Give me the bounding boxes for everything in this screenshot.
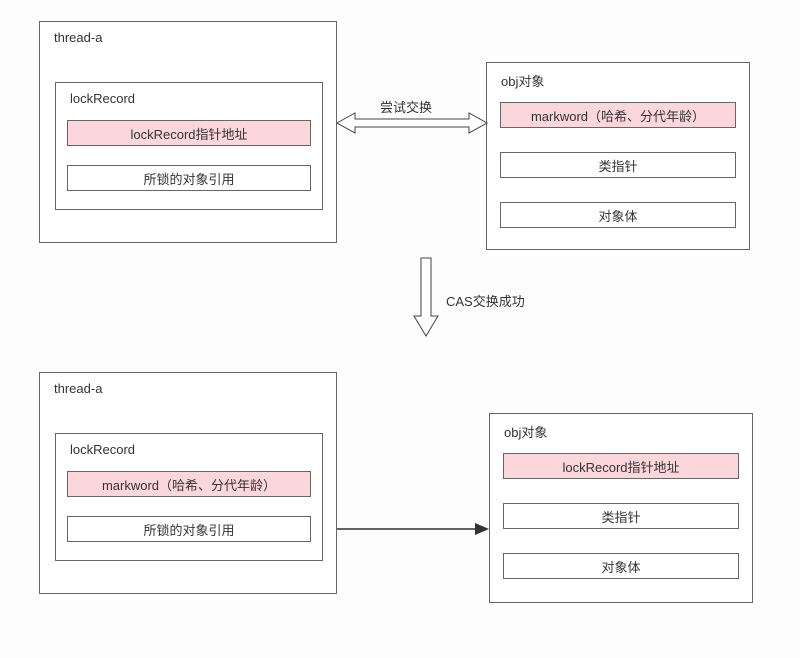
thread-title-top: thread-a <box>54 30 102 45</box>
lockrecord-cell1-top: lockRecord指针地址 <box>67 120 311 146</box>
obj-cell3-top: 对象体 <box>500 202 736 228</box>
obj-cell3-bottom: 对象体 <box>503 553 739 579</box>
obj-cell1-top: markword（哈希、分代年龄） <box>500 102 736 128</box>
lockrecord-title-top: lockRecord <box>70 91 135 106</box>
lockrecord-title-bottom: lockRecord <box>70 442 135 457</box>
cas-label: CAS交换成功 <box>446 291 525 310</box>
lockrecord-cell2-top: 所锁的对象引用 <box>67 165 311 191</box>
down-arrow-icon <box>414 258 438 336</box>
obj-cell2-bottom: 类指针 <box>503 503 739 529</box>
right-arrow-icon <box>337 522 489 536</box>
obj-title-top: obj对象 <box>501 71 544 90</box>
obj-cell2-top: 类指针 <box>500 152 736 178</box>
lockrecord-cell1-bottom: markword（哈希、分代年龄） <box>67 471 311 497</box>
thread-title-bottom: thread-a <box>54 381 102 396</box>
lockrecord-cell2-bottom: 所锁的对象引用 <box>67 516 311 542</box>
double-arrow-icon <box>337 113 487 133</box>
obj-cell1-bottom: lockRecord指针地址 <box>503 453 739 479</box>
obj-title-bottom: obj对象 <box>504 422 547 441</box>
